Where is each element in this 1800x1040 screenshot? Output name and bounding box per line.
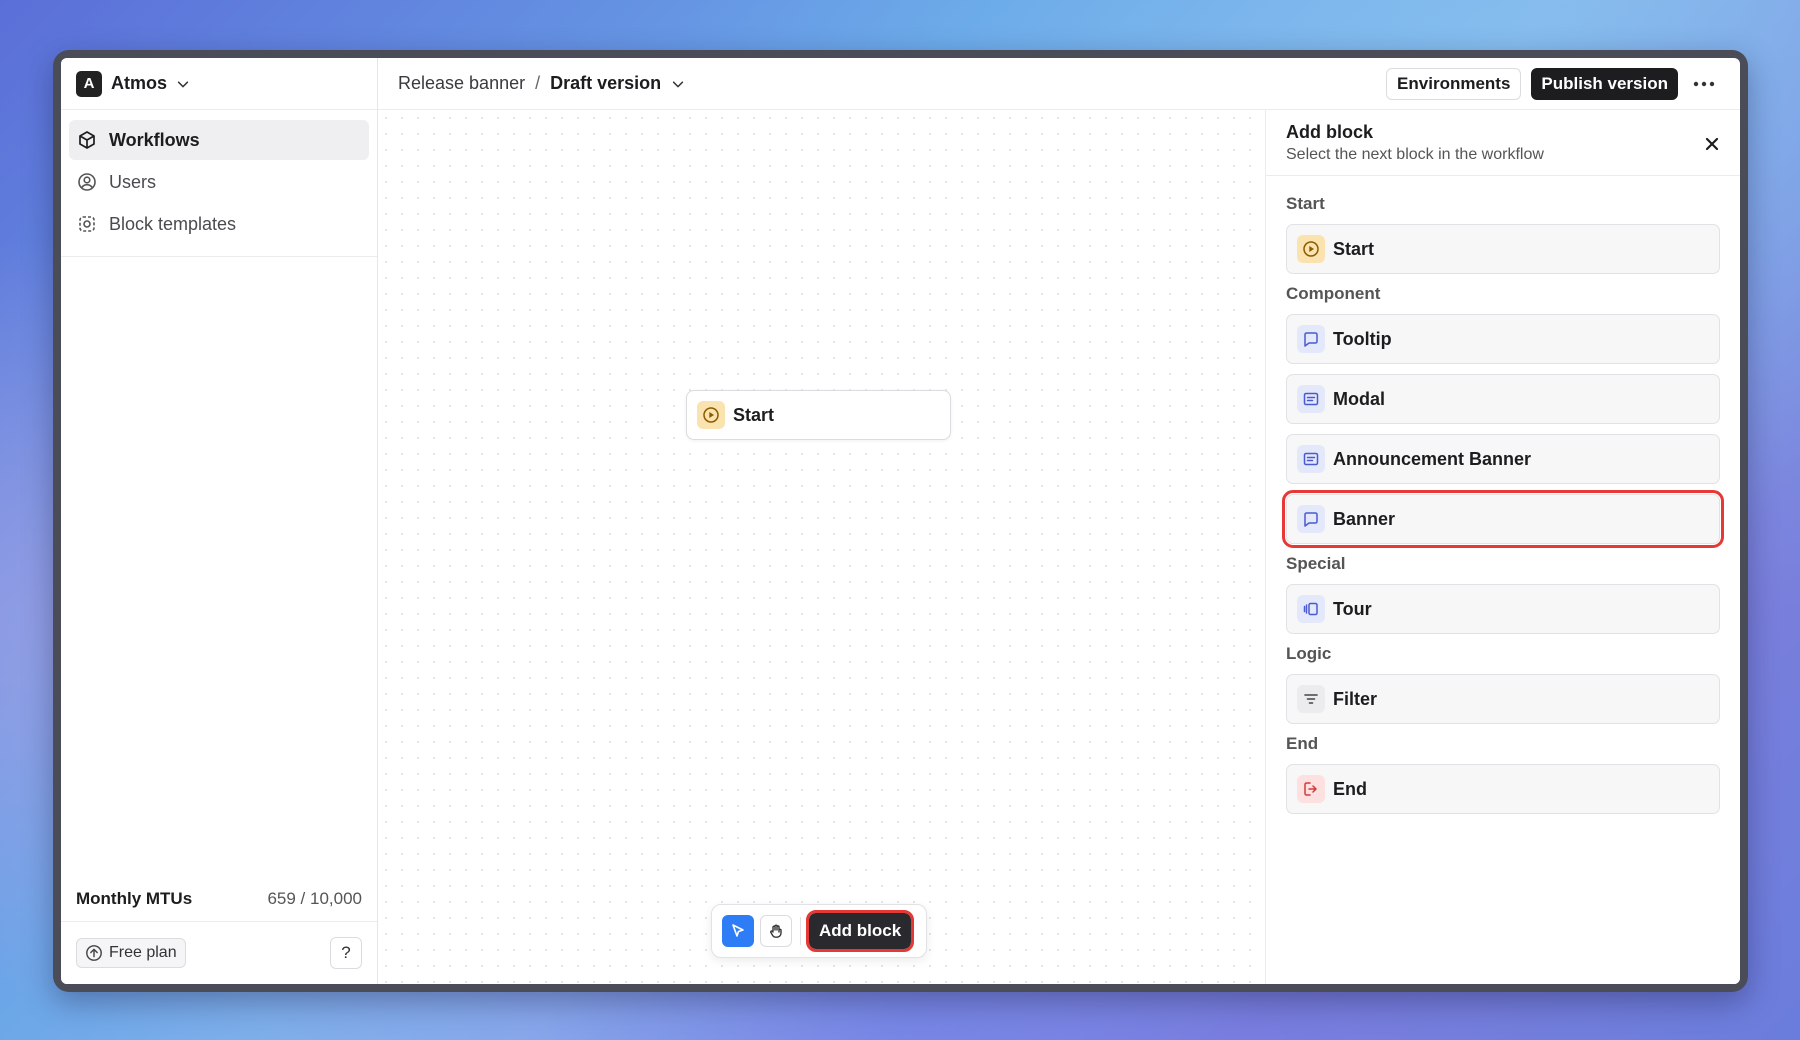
workflow-canvas[interactable]: Start Add block [378,110,1266,984]
breadcrumb-separator: / [535,73,541,93]
panel-header: Add block Select the next block in the w… [1266,110,1740,176]
sidebar-item-label: Users [109,171,157,192]
play-circle-icon [697,401,725,429]
chevron-down-icon [177,80,189,87]
app-window: A Atmos Workflows Users Block templates [53,50,1748,992]
mtus-label: Monthly MTUs [76,888,193,908]
message-square-icon [1297,325,1325,353]
sidebar-item-workflows[interactable]: Workflows [69,120,369,160]
block-option-announcement-banner[interactable]: Announcement Banner [1286,434,1720,484]
section-end: End End [1286,734,1720,814]
canvas-toolbar: Add block [711,904,927,958]
block-label: Banner [1333,508,1396,529]
template-icon [79,216,95,232]
section-label: Component [1286,284,1381,303]
sidebar-item-block-templates[interactable]: Block templates [69,204,369,244]
plan-row: Free plan ? [61,922,377,984]
section-label: End [1286,734,1319,753]
sidebar-item-users[interactable]: Users [69,162,369,202]
monthly-mtus: Monthly MTUs 659 / 10,000 [61,876,377,922]
more-options-button[interactable] [1688,68,1720,100]
cube-icon [79,131,95,149]
block-option-banner[interactable]: Banner [1282,490,1724,548]
block-label: Announcement Banner [1333,448,1532,469]
main: Release banner / Draft version Environme… [378,58,1740,984]
block-option-filter[interactable]: Filter [1286,674,1720,724]
panel-body: Start Start Component Tooltip Modal Anno… [1266,176,1740,834]
start-node[interactable]: Start [686,390,951,440]
publish-version-button[interactable]: Publish version [1531,67,1678,100]
free-plan-label: Free plan [109,944,177,961]
block-label: Start [1333,238,1375,259]
block-label: Modal [1333,388,1385,409]
section-label: Special [1286,554,1346,573]
user-circle-icon [78,173,96,191]
version-selector[interactable]: Draft version [550,73,661,94]
block-label: End [1333,778,1367,799]
panel-title: Add block [1286,122,1374,142]
app: A Atmos Workflows Users Block templates [61,58,1740,984]
hand-icon [770,924,782,938]
block-option-end[interactable]: End [1286,764,1720,814]
more-horizontal-icon [1693,81,1715,86]
org-badge: A [76,70,102,97]
help-button[interactable]: ? [330,937,362,969]
block-option-start[interactable]: Start [1286,224,1720,274]
block-label: Tour [1333,598,1372,619]
block-option-tour[interactable]: Tour [1286,584,1720,634]
breadcrumb: Release banner / Draft version [398,73,1386,94]
section-label: Logic [1286,644,1332,663]
org-name: Atmos [111,73,168,93]
node-label: Start [733,404,775,425]
section-special: Special Tour [1286,554,1720,634]
filter-icon [1297,685,1325,713]
block-label: Filter [1333,688,1378,709]
exit-icon [1297,775,1325,803]
org-switcher[interactable]: A Atmos [61,58,377,110]
sidebar-nav: Workflows Users Block templates [61,110,377,257]
upgrade-arrow-icon [86,945,102,961]
section-logic: Logic Filter [1286,644,1720,724]
sidebar-item-label: Workflows [109,129,200,150]
top-actions: Environments Publish version [1386,67,1720,100]
block-option-modal[interactable]: Modal [1286,374,1720,424]
breadcrumb-workflow[interactable]: Release banner [398,73,525,94]
cursor-icon [732,924,744,937]
hand-tool-button[interactable] [760,915,792,947]
carousel-icon [1297,595,1325,623]
content: Start Add block Add block Select the nex… [378,110,1740,984]
card-icon [1297,445,1325,473]
section-component: Component Tooltip Modal Announcement Ban… [1282,284,1724,548]
add-block-panel: Add block Select the next block in the w… [1266,110,1740,984]
free-plan-button[interactable]: Free plan [76,938,186,968]
mtus-value: 659 / 10,000 [267,888,362,908]
section-label: Start [1286,194,1325,213]
add-block-button[interactable]: Add block [805,910,915,952]
card-icon [1297,385,1325,413]
section-start: Start Start [1286,194,1720,274]
play-circle-icon [1297,235,1325,263]
topbar: Release banner / Draft version Environme… [378,58,1740,110]
sidebar: A Atmos Workflows Users Block templates [61,58,378,984]
panel-subtitle: Select the next block in the workflow [1286,146,1544,163]
select-tool-button[interactable] [722,915,754,947]
chevron-down-icon[interactable] [671,77,685,91]
block-label: Tooltip [1333,328,1392,349]
block-option-tooltip[interactable]: Tooltip [1286,314,1720,364]
sidebar-item-label: Block templates [109,213,237,234]
message-square-icon [1297,505,1325,533]
close-icon[interactable] [1702,134,1722,154]
environments-button[interactable]: Environments [1386,67,1522,100]
